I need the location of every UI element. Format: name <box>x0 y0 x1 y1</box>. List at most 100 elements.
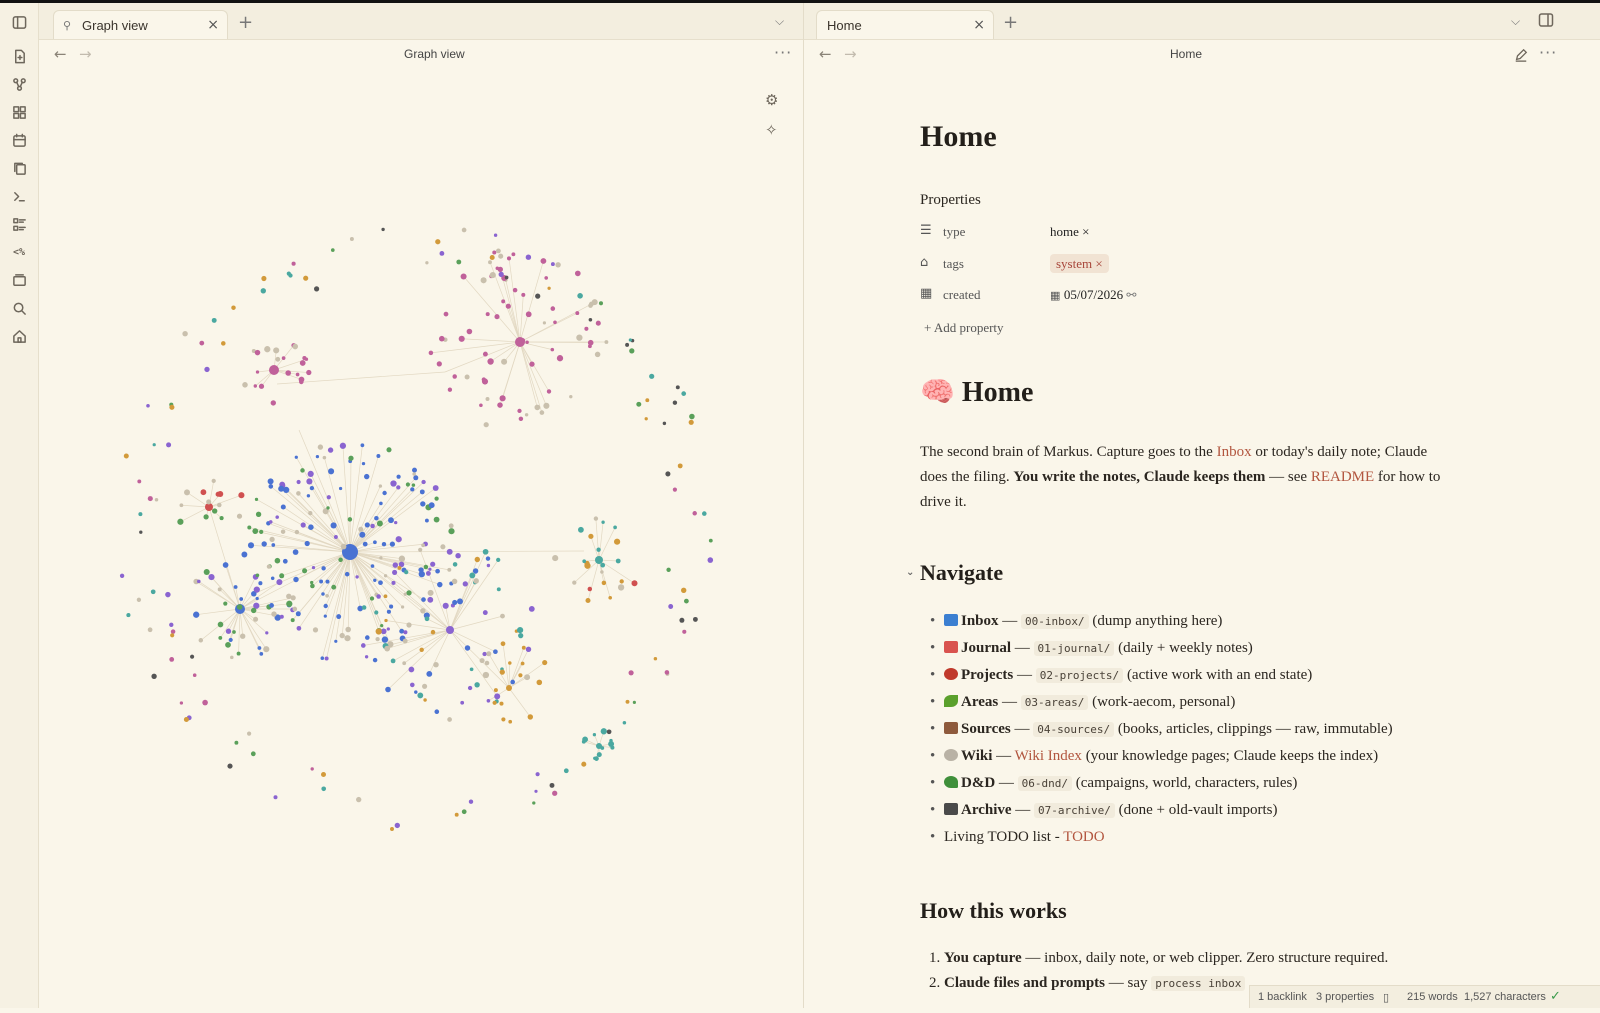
graph-node[interactable] <box>402 661 406 665</box>
graph-node[interactable] <box>551 262 555 266</box>
graph-node[interactable] <box>483 610 488 615</box>
graph-node[interactable] <box>497 587 501 591</box>
graph-node[interactable] <box>607 729 612 734</box>
forward-button[interactable]: → <box>844 45 857 63</box>
graph-node[interactable] <box>480 658 485 663</box>
graph-node[interactable] <box>494 693 500 699</box>
graph-node[interactable] <box>242 382 248 388</box>
graph-node[interactable] <box>412 468 417 473</box>
graph-node[interactable] <box>384 574 387 577</box>
graph-node[interactable] <box>430 562 435 567</box>
graph-node[interactable] <box>434 709 439 714</box>
graph-node[interactable] <box>281 529 286 534</box>
graph-node[interactable] <box>609 739 612 742</box>
graph-node[interactable] <box>689 420 694 425</box>
graph-node[interactable] <box>412 483 416 487</box>
graph-node[interactable] <box>494 314 499 319</box>
graph-node[interactable] <box>414 690 417 693</box>
graph-node[interactable] <box>462 228 467 233</box>
graph-node[interactable] <box>259 384 264 389</box>
graph-node[interactable] <box>338 558 343 563</box>
graph-node[interactable] <box>364 474 369 479</box>
graph-node[interactable] <box>199 638 204 643</box>
graph-node[interactable] <box>282 356 286 360</box>
graph-node[interactable] <box>709 539 713 543</box>
graph-node[interactable] <box>382 491 386 495</box>
graph-node[interactable] <box>406 590 411 595</box>
graph-node[interactable] <box>592 299 598 305</box>
graph-node[interactable] <box>582 559 586 563</box>
graph-node[interactable] <box>273 795 277 799</box>
tab-home[interactable]: Home × <box>816 10 994 39</box>
graph-node[interactable] <box>601 521 604 524</box>
graph-node[interactable] <box>486 556 490 560</box>
graph-node[interactable] <box>169 657 174 662</box>
graph-node[interactable] <box>418 548 422 552</box>
graph-node[interactable] <box>138 512 142 516</box>
graph-node[interactable] <box>340 443 346 449</box>
graph-node[interactable] <box>306 478 312 484</box>
graph-node[interactable] <box>645 417 648 420</box>
graph-node[interactable] <box>600 570 603 573</box>
graph-node[interactable] <box>296 491 301 496</box>
graph-node[interactable] <box>291 618 295 622</box>
graph-node[interactable] <box>440 544 445 549</box>
property-row-type[interactable]: ☰ type home × <box>920 221 1320 245</box>
graph-node[interactable] <box>120 574 124 578</box>
graph-node[interactable] <box>689 414 695 420</box>
graph-node[interactable] <box>529 606 535 612</box>
graph-node[interactable] <box>625 343 629 347</box>
graph-node[interactable] <box>595 352 601 358</box>
graph-node[interactable] <box>229 638 233 642</box>
graph-node[interactable] <box>331 248 335 252</box>
graph-node[interactable] <box>247 732 251 736</box>
graph-node[interactable] <box>522 646 526 650</box>
graph-node[interactable] <box>589 318 593 322</box>
graph-node[interactable] <box>340 633 345 638</box>
graph-node[interactable] <box>544 276 548 280</box>
graph-node[interactable] <box>499 272 504 277</box>
graph-node[interactable] <box>444 312 449 317</box>
graph-node[interactable] <box>434 496 438 500</box>
graph-node[interactable] <box>220 516 224 520</box>
graph-node[interactable] <box>600 746 604 750</box>
graph-node[interactable] <box>139 531 142 534</box>
graph-node[interactable] <box>437 361 442 366</box>
graph-node[interactable] <box>497 402 503 408</box>
graph-node[interactable] <box>247 526 251 530</box>
sync-status-icon[interactable]: ✓ <box>1550 989 1561 1004</box>
graph-node[interactable] <box>276 579 282 585</box>
graph-node[interactable] <box>428 568 431 571</box>
graph-node[interactable] <box>321 656 325 660</box>
graph-node[interactable] <box>273 347 279 353</box>
graph-node[interactable] <box>486 651 491 656</box>
graph-node[interactable] <box>572 580 576 584</box>
graph-node[interactable] <box>581 762 586 767</box>
graph-node[interactable] <box>326 580 330 584</box>
graph-node[interactable] <box>389 605 393 609</box>
sidebar-toggle-icon[interactable] <box>9 12 29 32</box>
graph-node[interactable] <box>401 605 404 608</box>
graph-node[interactable] <box>234 741 238 745</box>
graph-node[interactable] <box>435 239 440 244</box>
graph-node[interactable] <box>488 260 492 264</box>
graph-node[interactable] <box>269 537 274 542</box>
graph-node[interactable] <box>500 669 505 674</box>
graph-node[interactable] <box>540 410 545 415</box>
graph-node[interactable] <box>199 341 204 346</box>
graph-node[interactable] <box>251 751 256 756</box>
graph-node[interactable] <box>241 552 247 558</box>
graph-node[interactable] <box>256 370 259 373</box>
graph-node[interactable] <box>259 530 263 534</box>
graph-node[interactable] <box>487 358 493 364</box>
back-button[interactable]: ← <box>54 45 67 63</box>
graph-node[interactable] <box>256 597 259 600</box>
graph-node[interactable] <box>307 494 310 497</box>
graph-node[interactable] <box>453 562 458 567</box>
graph-node[interactable] <box>536 772 540 776</box>
graph-node[interactable] <box>292 262 296 266</box>
graph-node[interactable] <box>585 598 590 603</box>
graph-node[interactable] <box>490 272 496 278</box>
graph-node[interactable] <box>218 622 224 628</box>
graph-node[interactable] <box>300 468 304 472</box>
